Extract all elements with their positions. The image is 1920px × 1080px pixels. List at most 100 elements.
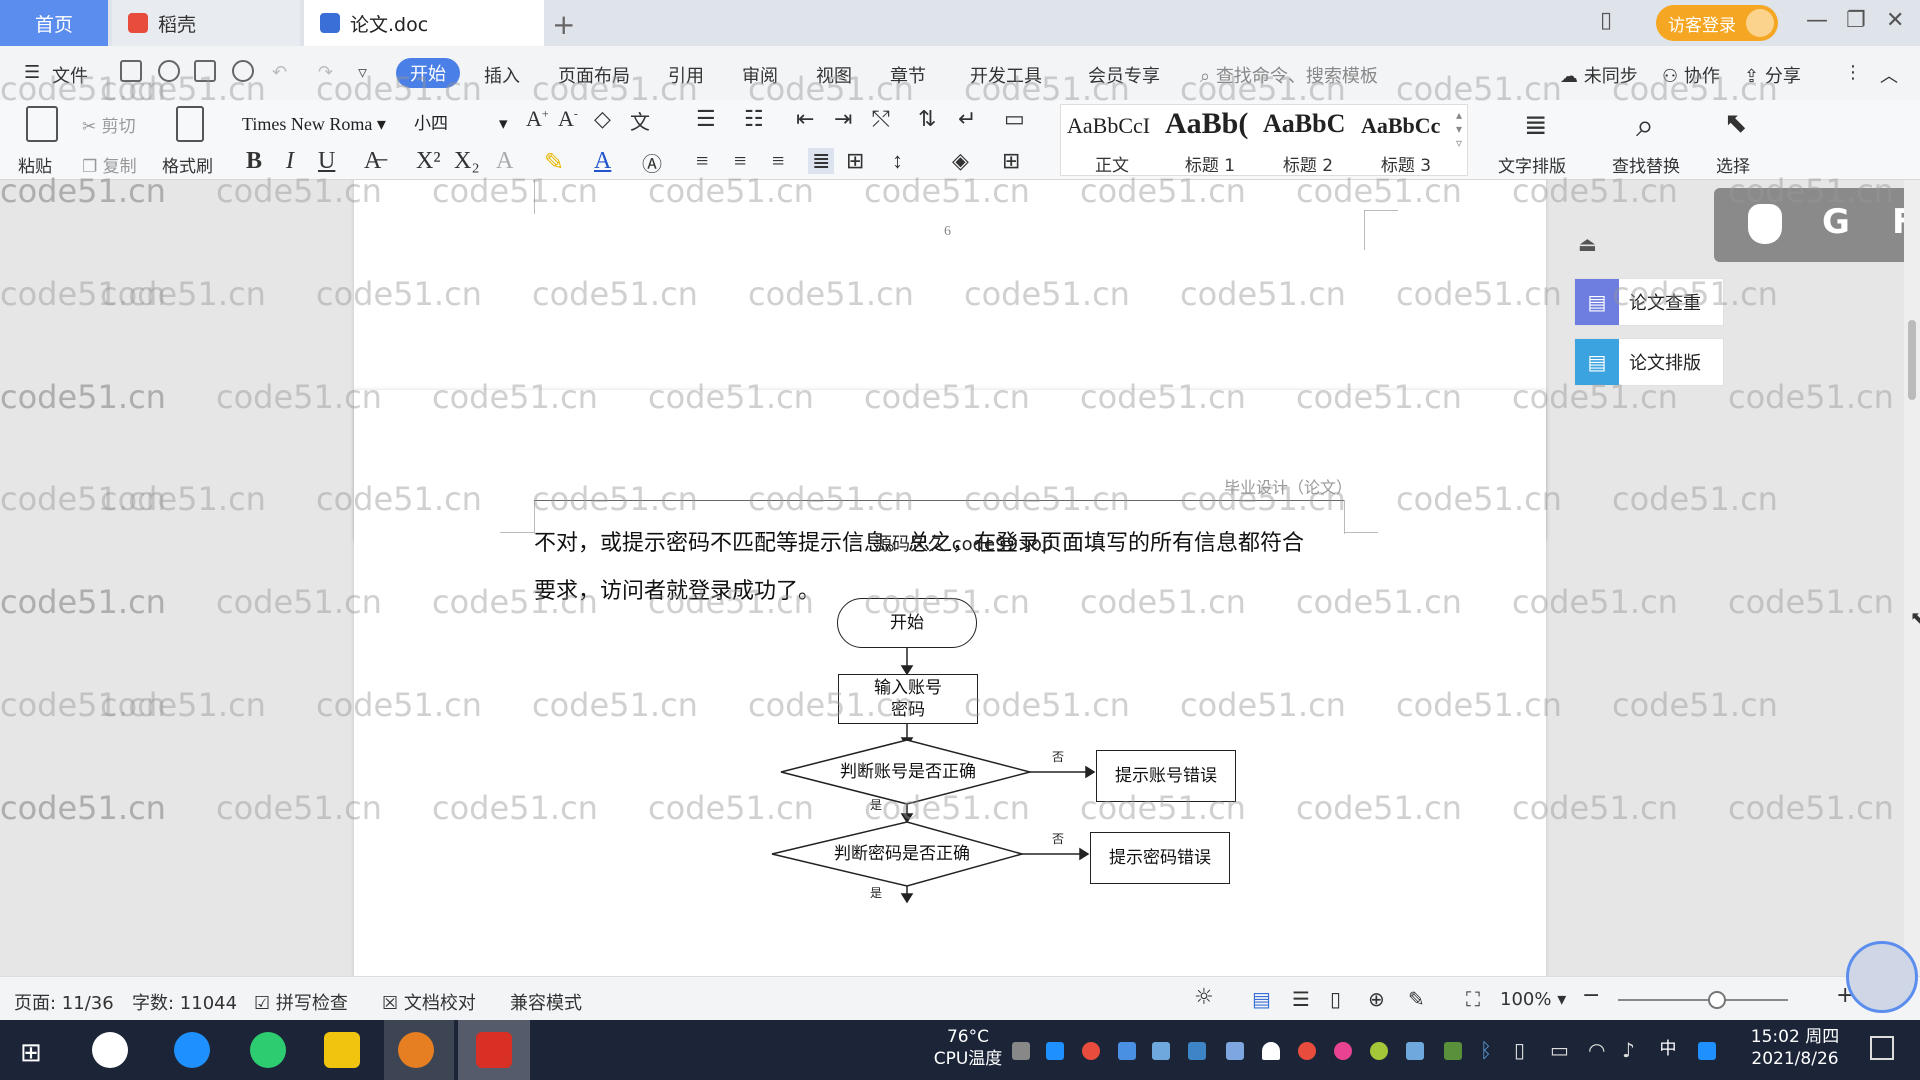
bullet-list-icon[interactable]: ☰ (696, 106, 716, 132)
zoom-slider[interactable] (1618, 999, 1788, 1001)
table-tab-icon[interactable]: ▭ (1004, 106, 1025, 132)
customize-icon[interactable]: ▿ (358, 62, 367, 83)
redo-icon[interactable]: ↷ (318, 62, 333, 83)
menu-home[interactable]: 开始 (396, 58, 460, 88)
device-icon[interactable]: ▯ (1514, 1038, 1525, 1062)
menu-dev-tools[interactable]: 开发工具 (970, 62, 1042, 88)
shield-icon[interactable] (1226, 1042, 1244, 1060)
style-heading2[interactable]: AaBbC 标题 2 (1259, 105, 1357, 177)
web-view-icon[interactable]: ⊕ (1368, 987, 1385, 1011)
line-spacing-icon[interactable]: ↕ (892, 148, 903, 174)
grow-font-icon[interactable]: A+ (526, 106, 549, 132)
ime-indicator[interactable]: 中 (1656, 1038, 1680, 1060)
layout-icon[interactable]: ▯ (1600, 8, 1612, 33)
cut-button[interactable]: ✂ 剪切 (82, 112, 136, 137)
paste-button[interactable]: 粘贴 (18, 152, 52, 177)
cursor-icon[interactable]: ⬉ (1724, 106, 1754, 140)
restore-icon[interactable]: ❐ (1846, 8, 1866, 33)
show-marks-icon[interactable]: ↵ (958, 106, 976, 132)
zoom-level[interactable]: 100% ▾ (1500, 989, 1566, 1010)
menu-chapter[interactable]: 章节 (890, 62, 926, 88)
new-tab-button[interactable]: + (552, 8, 575, 41)
menu-insert[interactable]: 插入 (484, 62, 520, 88)
tray-app-icon[interactable] (1406, 1042, 1424, 1060)
style-heading1[interactable]: AaBb( 标题 1 (1161, 105, 1259, 177)
paper-layout-button[interactable]: ▤ 论文排版 (1574, 338, 1724, 386)
clear-format-icon[interactable]: ◇ (594, 106, 611, 132)
print-icon[interactable] (194, 60, 216, 82)
borders-icon[interactable]: ⊞ (1002, 148, 1020, 174)
tray-app-icon[interactable] (1188, 1042, 1206, 1060)
italic-button[interactable]: I (286, 148, 294, 175)
close-icon[interactable]: ✕ (1886, 8, 1904, 33)
copy-button[interactable]: ❐ 复制 (82, 152, 137, 177)
collab-button[interactable]: ⚇ 协作 (1662, 62, 1720, 88)
tab-docer[interactable]: 稻壳 (112, 0, 300, 46)
shrink-font-icon[interactable]: A- (558, 106, 578, 132)
highlight-icon[interactable]: ✎ (544, 148, 564, 177)
format-painter-button[interactable]: 格式刷 (162, 152, 213, 177)
pinyin-icon[interactable]: 文 (630, 106, 650, 135)
bold-button[interactable]: B (246, 148, 262, 175)
page-indicator[interactable]: 页面: 11/36 (14, 989, 114, 1015)
bell-icon[interactable] (1262, 1042, 1280, 1060)
browser-360-icon[interactable] (250, 1032, 286, 1068)
reading-view-icon[interactable]: ▯ (1330, 987, 1341, 1011)
numbered-list-icon[interactable]: ☷ (744, 106, 764, 132)
sync-button[interactable]: ☁ 未同步 (1560, 62, 1638, 88)
menu-page-layout[interactable]: 页面布局 (558, 62, 630, 88)
vertical-scrollbar[interactable] (1904, 180, 1920, 976)
increase-indent-icon[interactable]: ⇥ (834, 106, 852, 132)
paste-icon[interactable] (26, 106, 58, 142)
text-layout-button[interactable]: 文字排版 (1498, 152, 1566, 177)
tray-app-icon[interactable] (1012, 1042, 1030, 1060)
zoom-out-icon[interactable]: − (1582, 983, 1600, 1008)
superscript-icon[interactable]: X² (416, 148, 441, 175)
tray-app-icon[interactable] (1046, 1042, 1064, 1060)
command-search[interactable]: ⌕ 查找命令、搜索模板 (1200, 62, 1378, 88)
tray-app-icon[interactable] (1334, 1042, 1352, 1060)
menu-member[interactable]: 会员专享 (1088, 62, 1160, 88)
menu-view[interactable]: 视图 (816, 62, 852, 88)
paper-check-button[interactable]: ▤ 论文查重 (1574, 278, 1724, 326)
windows-start-icon[interactable]: ⊞ (20, 1038, 42, 1068)
undo-icon[interactable]: ↶ (272, 62, 287, 83)
more-icon[interactable]: ⋮ (1844, 62, 1862, 83)
minimize-icon[interactable]: — (1806, 8, 1828, 33)
file-explorer-icon[interactable] (324, 1032, 360, 1068)
underline-button[interactable]: U (318, 148, 335, 175)
page-view-icon[interactable]: ▤ (1252, 987, 1271, 1011)
preview-icon[interactable] (232, 60, 254, 82)
format-painter-icon[interactable] (176, 106, 204, 142)
scrollbar-thumb[interactable] (1908, 320, 1916, 400)
ie-browser-icon[interactable] (174, 1032, 210, 1068)
menu-file[interactable]: 文件 (52, 62, 88, 88)
word-count[interactable]: 字数: 11044 (132, 989, 237, 1015)
text-direction-icon[interactable]: ⤲ (872, 106, 890, 132)
text-layout-icon[interactable]: ≣ (1524, 108, 1558, 141)
notification-icon[interactable] (1870, 1036, 1894, 1060)
align-right-icon[interactable]: ≡ (772, 148, 784, 174)
select-button[interactable]: 选择 (1716, 152, 1750, 177)
font-color-icon[interactable]: A (594, 148, 611, 175)
save-icon[interactable] (120, 60, 142, 82)
menu-references[interactable]: 引用 (668, 62, 704, 88)
tray-app-icon[interactable] (1298, 1042, 1316, 1060)
tab-document[interactable]: 论文.doc (304, 0, 544, 46)
search-tray-icon[interactable] (1698, 1042, 1716, 1060)
font-size-select[interactable]: 小四 ▾ (412, 110, 512, 138)
sort-icon[interactable]: ⇅ (918, 106, 936, 132)
collapse-panel-icon[interactable]: ⏏ (1578, 232, 1597, 256)
zoom-slider-handle[interactable] (1708, 991, 1726, 1009)
cpu-temp-widget[interactable]: 76°C CPU温度 (928, 1026, 1008, 1070)
app-mascot-icon[interactable] (398, 1032, 434, 1068)
spell-check-button[interactable]: ☑ 拼写检查 (254, 989, 348, 1015)
outline-view-icon[interactable]: ☰ (1292, 987, 1310, 1011)
hand-icon[interactable] (1748, 204, 1782, 244)
style-normal[interactable]: AaBbCcI 正文 (1063, 105, 1161, 177)
tray-app-icon[interactable] (1444, 1042, 1462, 1060)
tray-app-icon[interactable] (1152, 1042, 1170, 1060)
write-view-icon[interactable]: ✎ (1408, 987, 1425, 1011)
find-replace-button[interactable]: 查找替换 (1612, 152, 1680, 177)
tab-home[interactable]: 首页 (0, 0, 108, 46)
